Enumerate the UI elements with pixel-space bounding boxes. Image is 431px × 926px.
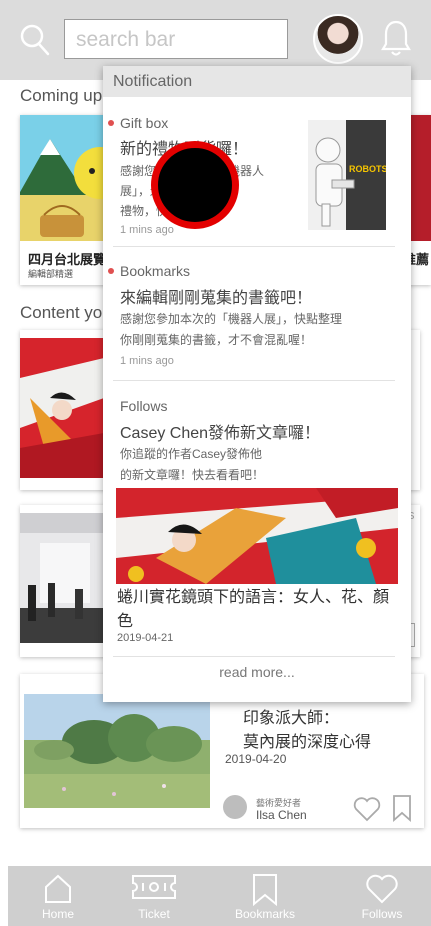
notification-title: 來編輯剛剛蒐集的書籤吧！	[120, 290, 313, 307]
bookmark-icon	[253, 874, 277, 906]
heart-icon[interactable]	[353, 796, 381, 822]
notification-time: 1 mins ago	[120, 355, 174, 367]
ticket-icon	[132, 875, 176, 899]
bell-icon[interactable]	[380, 18, 412, 58]
article-card-image	[24, 694, 210, 808]
article-title-line1: 印象派大師：	[243, 710, 340, 727]
bookmark-icon[interactable]	[392, 795, 412, 822]
article-card-image	[20, 513, 104, 643]
content-heading: Content yo	[20, 303, 103, 322]
record-button[interactable]	[151, 141, 239, 229]
article-title-line2: 莫內展的深度心得	[243, 734, 372, 751]
notification-category: Follows	[120, 398, 168, 414]
heart-icon	[366, 874, 398, 904]
notification-header: Notification	[103, 66, 411, 97]
notification-panel: Notification Gift box 新的禮物到貨囉！ 感謝您參加本次的「…	[103, 66, 411, 702]
robot-image: ROBOTS	[308, 120, 388, 230]
event-card-title: 四月台北展覽	[28, 252, 107, 267]
read-more-link[interactable]: read more...	[103, 664, 411, 680]
article-date: 2019-04-20	[225, 752, 287, 766]
author-avatar[interactable]	[223, 795, 247, 819]
unread-dot	[108, 120, 114, 126]
event-card-image	[20, 115, 115, 241]
divider	[113, 246, 395, 247]
notification-category: Bookmarks	[120, 263, 191, 279]
nav-home-label: Home	[41, 907, 74, 921]
bottom-nav: Home Ticket Bookmarks Follows	[8, 866, 431, 926]
nav-follows[interactable]: Follows	[332, 866, 431, 926]
home-icon	[45, 874, 71, 903]
notification-body-line2: 你剛剛蒐集的書籤，才不會混亂喔！	[120, 333, 313, 347]
notification-body-line1: 你追蹤的作者Casey發佈他	[120, 447, 263, 461]
author-name[interactable]: Ilsa Chen	[256, 808, 307, 822]
notification-thumbnail: ROBOTS	[308, 120, 388, 230]
feature-image[interactable]	[116, 488, 398, 584]
search-icon[interactable]	[20, 24, 50, 56]
nav-follows-label: Follows	[361, 907, 403, 921]
nav-home[interactable]: Home	[8, 866, 108, 926]
nav-ticket[interactable]: Ticket	[104, 866, 204, 926]
event-card-subtitle: 編輯部精選	[28, 269, 74, 279]
avatar[interactable]	[313, 14, 363, 64]
nav-bookmarks[interactable]: Bookmarks	[215, 866, 315, 926]
coming-up-heading: Coming up	[20, 86, 103, 105]
robots-text: ROBOTS	[349, 164, 386, 174]
feature-title[interactable]: 蜷川實花鏡頭下的語言：女人、花、顏色	[117, 586, 402, 634]
nav-bookmarks-label: Bookmarks	[234, 907, 296, 921]
event-card[interactable]: 四月台北展覽 編輯部精選	[20, 115, 115, 285]
search-input[interactable]: search bar	[64, 19, 288, 59]
notification-category: Gift box	[120, 115, 169, 131]
nav-ticket-label: Ticket	[138, 907, 170, 921]
notification-body-line2: 的新文章囉！快去看看吧！	[120, 468, 265, 482]
feature-date: 2019-04-21	[117, 632, 174, 644]
unread-dot	[108, 268, 114, 274]
article-card-image	[20, 338, 104, 478]
divider	[113, 380, 395, 381]
notification-body-line1: 感謝您參加本次的「機器人展」，快點整理	[120, 312, 343, 326]
notification-time: 1 mins ago	[120, 224, 174, 236]
notification-title: Casey Chen發佈新文章囉！	[120, 425, 321, 442]
divider	[113, 656, 395, 657]
